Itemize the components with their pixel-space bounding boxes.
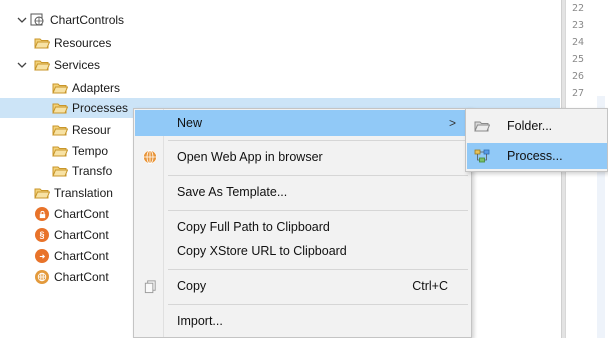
tree-item-label: Tempo — [72, 144, 109, 158]
tree-item-resour[interactable]: Resour — [52, 120, 111, 140]
submenu-item-label: Folder... — [507, 119, 553, 133]
tree-item-chartcont-globe[interactable]: ChartCont — [35, 267, 109, 287]
line-number: 24 — [572, 37, 585, 48]
line-number: 22 — [572, 3, 585, 14]
chevron-down-icon[interactable] — [16, 14, 28, 26]
folder-icon — [34, 185, 50, 201]
tree-item-label: Resour — [72, 123, 111, 137]
tree-item-label: Translation — [54, 186, 113, 200]
tree-item-adapters[interactable]: Adapters — [52, 78, 120, 98]
menu-item-label: Copy — [177, 279, 207, 293]
folder-icon — [467, 113, 497, 139]
folder-icon — [52, 80, 68, 96]
menu-item-copy[interactable]: Copy Ctrl+C — [135, 273, 470, 299]
tree-item-root[interactable]: ChartControls — [0, 10, 124, 30]
submenu-item-label: Process... — [507, 149, 563, 163]
menu-item-label: New — [177, 116, 203, 130]
line-number: 25 — [572, 54, 585, 65]
tree-item-label: Adapters — [72, 81, 121, 95]
tree-item-tempo[interactable]: Tempo — [52, 141, 108, 161]
lock-icon — [35, 207, 49, 221]
tree-item-translation[interactable]: Translation — [34, 183, 113, 203]
globe-icon — [35, 270, 49, 284]
tree-item-services[interactable]: Services — [16, 55, 100, 75]
tree-item-chartcont-lock[interactable]: ChartCont — [35, 204, 109, 224]
line-number: 27 — [572, 88, 585, 99]
folder-icon — [52, 100, 68, 116]
menu-separator — [168, 210, 468, 211]
tree-item-label: ChartCont — [54, 207, 109, 221]
tree-item-chartcont-export[interactable]: ChartCont — [35, 246, 109, 266]
menu-separator — [168, 269, 468, 270]
context-menu: New > Open Web App in browser Save As Te… — [133, 108, 472, 338]
menu-item-new[interactable]: New > — [135, 110, 470, 136]
folder-icon — [34, 57, 50, 73]
menu-separator — [168, 304, 468, 305]
tree-item-label: ChartCont — [54, 270, 109, 284]
tree-item-label: Services — [54, 58, 101, 72]
tree-item-chartcont-section[interactable]: § ChartCont — [35, 225, 109, 245]
tree-item-label: Transfo — [72, 164, 113, 178]
tree-item-label: Processes — [72, 101, 129, 115]
submenu-item-folder[interactable]: Folder... — [467, 113, 607, 139]
chevron-down-icon[interactable] — [16, 59, 28, 71]
keyboard-shortcut: Ctrl+C — [412, 279, 448, 293]
line-number: 26 — [572, 71, 585, 82]
folder-icon — [52, 143, 68, 159]
section-icon: § — [35, 228, 49, 242]
web-globe-icon — [135, 144, 165, 170]
tree-item-label: Resources — [54, 36, 112, 50]
menu-item-label: Open Web App in browser — [177, 150, 323, 164]
new-submenu: Folder... Process... — [465, 108, 608, 172]
menu-item-open-web-app[interactable]: Open Web App in browser — [135, 144, 470, 170]
tree-item-resources[interactable]: Resources — [34, 33, 111, 53]
menu-item-copy-full-path[interactable]: Copy Full Path to Clipboard — [135, 214, 470, 240]
folder-icon — [34, 35, 50, 51]
menu-item-label: Copy XStore URL to Clipboard — [177, 244, 347, 258]
tree-item-transfo[interactable]: Transfo — [52, 161, 112, 181]
tree-item-label: ChartCont — [54, 249, 109, 263]
menu-item-save-as-template[interactable]: Save As Template... — [135, 179, 470, 205]
menu-item-import[interactable]: Import... — [135, 308, 470, 334]
project-globe-icon — [30, 12, 46, 28]
tree-item-label: ChartCont — [54, 228, 109, 242]
folder-icon — [52, 163, 68, 179]
menu-item-label: Import... — [177, 314, 223, 328]
process-icon — [467, 143, 497, 169]
menu-separator — [168, 140, 468, 141]
menu-item-copy-xstore-url[interactable]: Copy XStore URL to Clipboard — [135, 238, 470, 264]
menu-item-label: Save As Template... — [177, 185, 288, 199]
export-icon — [35, 249, 49, 263]
folder-icon — [52, 122, 68, 138]
menu-item-label: Copy Full Path to Clipboard — [177, 220, 330, 234]
submenu-arrow-icon: > — [448, 116, 456, 130]
tree-item-label: ChartControls — [50, 13, 125, 27]
copy-icon — [135, 273, 165, 299]
line-number: 23 — [572, 20, 585, 31]
menu-separator — [168, 175, 468, 176]
submenu-item-process[interactable]: Process... — [467, 143, 607, 169]
